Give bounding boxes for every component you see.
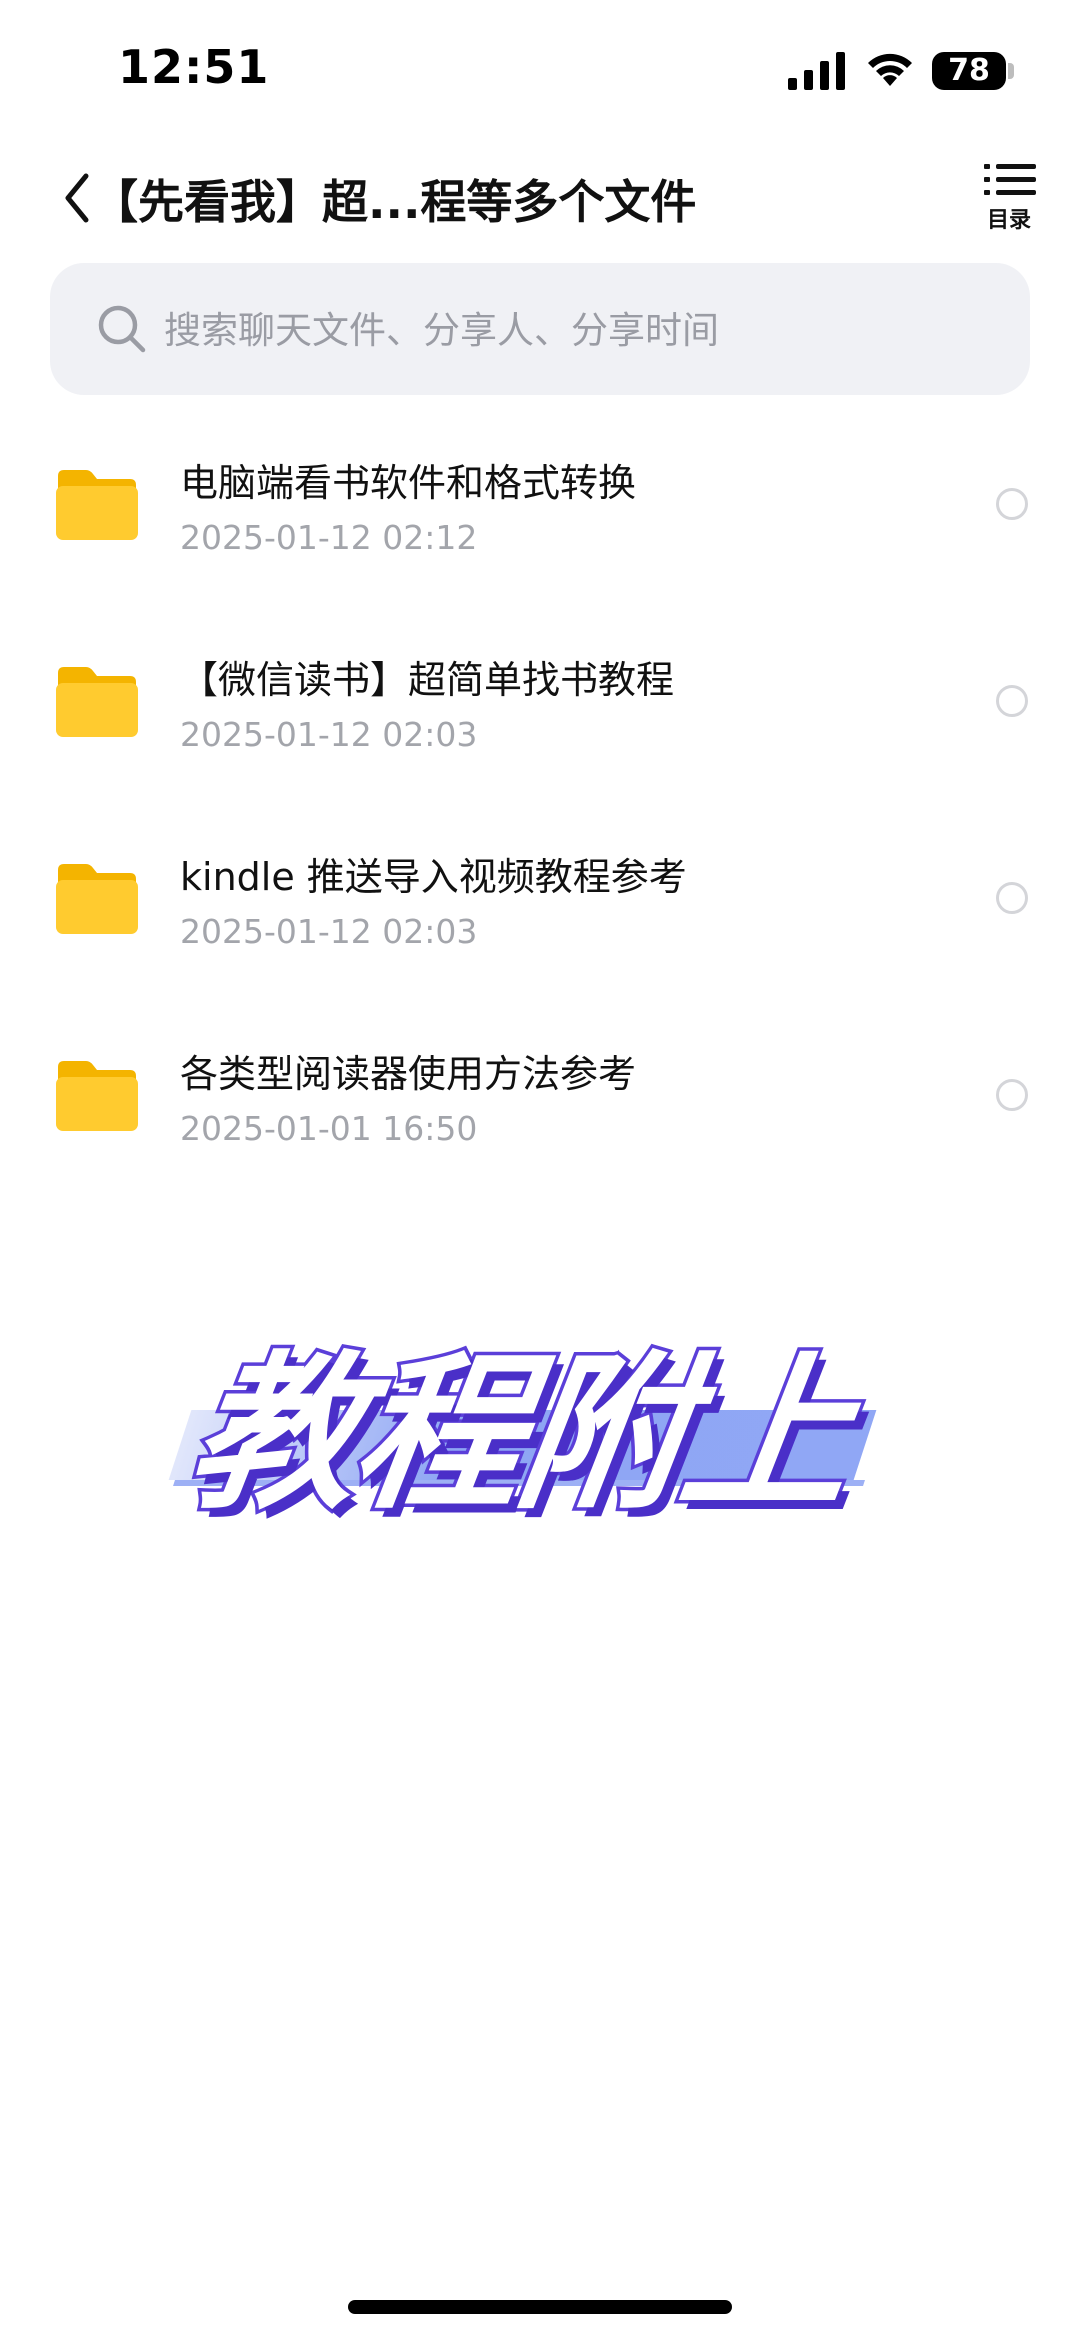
toc-button[interactable]: 目录 xyxy=(978,162,1040,238)
file-row[interactable]: kindle 推送导入视频教程参考 2025-01-12 02:03 xyxy=(0,814,1080,1011)
file-date: 2025-01-12 02:03 xyxy=(180,912,478,951)
select-radio[interactable] xyxy=(996,1079,1028,1111)
file-date: 2025-01-01 16:50 xyxy=(180,1109,478,1148)
file-date: 2025-01-12 02:12 xyxy=(180,518,478,557)
select-radio[interactable] xyxy=(996,882,1028,914)
folder-icon xyxy=(56,667,138,737)
folder-icon xyxy=(56,470,138,540)
file-row[interactable]: 电脑端看书软件和格式转换 2025-01-12 02:12 xyxy=(0,420,1080,617)
battery-icon: 78 xyxy=(932,52,1006,90)
file-name: 电脑端看书软件和格式转换 xyxy=(180,461,637,505)
folder-icon xyxy=(56,864,138,934)
file-row[interactable]: 【微信读书】超简单找书教程 2025-01-12 02:03 xyxy=(0,617,1080,814)
search-icon xyxy=(98,305,146,353)
overlay-caption: 教程附上 xyxy=(160,1290,900,1536)
status-time: 12:51 xyxy=(118,40,270,94)
search-input[interactable] xyxy=(162,293,1006,367)
search-bar[interactable] xyxy=(50,263,1030,395)
file-name: kindle 推送导入视频教程参考 xyxy=(180,855,687,899)
battery-cap xyxy=(1008,63,1014,79)
file-name: 【微信读书】超简单找书教程 xyxy=(180,658,675,702)
header: 【先看我】超...程等多个文件 目录 xyxy=(0,150,1080,250)
folder-icon xyxy=(56,1061,138,1131)
toc-label: 目录 xyxy=(986,208,1031,233)
file-name: 各类型阅读器使用方法参考 xyxy=(180,1052,637,1096)
select-radio[interactable] xyxy=(996,488,1028,520)
select-radio[interactable] xyxy=(996,685,1028,717)
status-bar: 12:51 78 xyxy=(0,0,1080,140)
home-indicator[interactable] xyxy=(348,2300,732,2314)
file-row[interactable]: 各类型阅读器使用方法参考 2025-01-01 16:50 xyxy=(0,1011,1080,1208)
signal-icon xyxy=(788,52,845,90)
page-title: 【先看我】超...程等多个文件 xyxy=(92,175,697,229)
file-date: 2025-01-12 02:03 xyxy=(180,715,478,754)
list-icon xyxy=(984,164,1036,195)
back-icon[interactable] xyxy=(58,168,94,228)
caption-text: 教程附上 xyxy=(175,1333,866,1536)
wifi-icon xyxy=(868,53,912,86)
file-list: 电脑端看书软件和格式转换 2025-01-12 02:12 【微信读书】超简单找… xyxy=(0,420,1080,1208)
